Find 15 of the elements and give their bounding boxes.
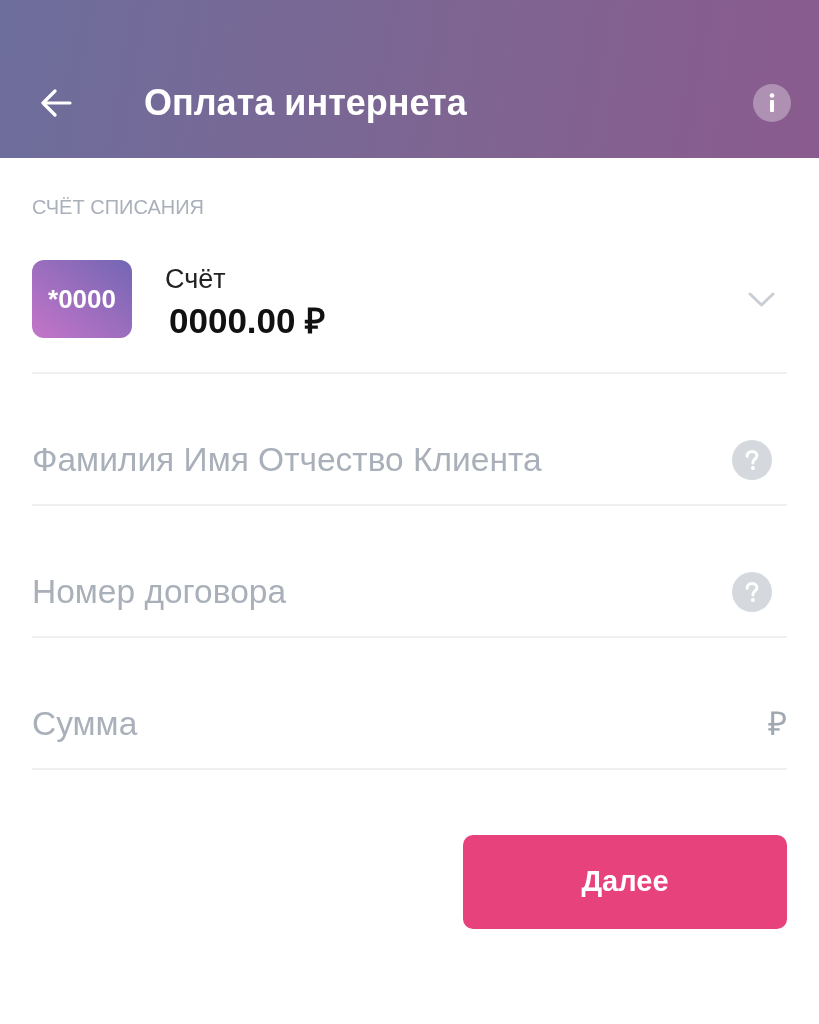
- input-field[interactable]: Фамилия Имя Отчество Клиента: [32, 438, 732, 482]
- account-balance: 0000.00 ₽: [169, 301, 326, 341]
- info-icon[interactable]: [753, 84, 791, 122]
- card-number-tile[interactable]: *0000: [32, 260, 132, 338]
- back-arrow-icon[interactable]: [40, 89, 72, 117]
- account-name: Счёт: [165, 263, 226, 295]
- help-icon[interactable]: [732, 572, 772, 612]
- next-button[interactable]: Далее: [463, 835, 787, 929]
- chevron-down-icon[interactable]: [748, 292, 775, 308]
- section-label: СЧЁТ СПИСАНИЯ: [32, 195, 205, 220]
- input-field[interactable]: Сумма: [32, 702, 768, 746]
- currency-symbol: ₽: [768, 704, 787, 744]
- page-title: Оплата интернета: [144, 81, 467, 125]
- input-field[interactable]: Номер договора: [32, 570, 732, 614]
- help-icon[interactable]: [732, 440, 772, 480]
